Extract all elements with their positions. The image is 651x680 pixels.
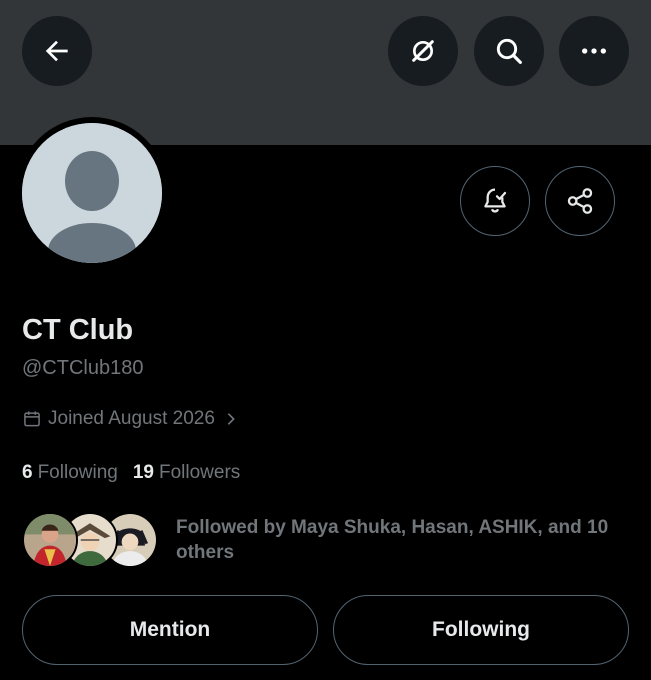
joined-date-link[interactable]: Joined August 2026 [22, 408, 239, 430]
following-button[interactable]: Following [333, 595, 629, 665]
followers-count: 19 [132, 462, 154, 483]
following-count: 6 [22, 462, 33, 483]
back-button[interactable] [22, 16, 92, 86]
more-icon [582, 48, 606, 54]
person-icon [22, 123, 162, 263]
notifications-button[interactable] [460, 166, 530, 236]
more-options-button[interactable] [559, 16, 629, 86]
followed-by-text: Followed by Maya Shuka, Hasan, ASHIK, an… [176, 517, 609, 563]
followers-stat-label: Followers [158, 462, 241, 483]
search-button[interactable] [474, 16, 544, 86]
follower-photo [24, 514, 76, 566]
profile-avatar[interactable] [16, 117, 168, 269]
following-stat-label: Following [37, 462, 118, 483]
follower-avatar [22, 512, 78, 568]
following-stat[interactable]: 6 Following [22, 462, 118, 484]
arrow-left-icon [45, 40, 68, 62]
share-icon [567, 188, 593, 214]
follower-avatars [22, 510, 162, 570]
display-name: CT Club [22, 314, 134, 346]
user-handle: @CTClub180 [22, 357, 144, 379]
default-avatar [22, 123, 162, 263]
search-icon [496, 38, 522, 64]
share-button[interactable] [545, 166, 615, 236]
grok-button[interactable] [388, 16, 458, 86]
calendar-icon [24, 411, 40, 427]
chevron-right-icon [227, 413, 235, 425]
followed-by-row[interactable]: Followed by Maya Shuka, Hasan, ASHIK, an… [22, 510, 632, 570]
joined-text: Joined August 2026 [48, 408, 215, 429]
follow-stats: 6 Following 19 Followers [22, 462, 240, 484]
mention-button[interactable]: Mention [22, 595, 318, 665]
followers-stat[interactable]: 19 Followers [133, 462, 240, 484]
grok-icon [412, 40, 434, 62]
bell-check-icon [484, 188, 507, 213]
